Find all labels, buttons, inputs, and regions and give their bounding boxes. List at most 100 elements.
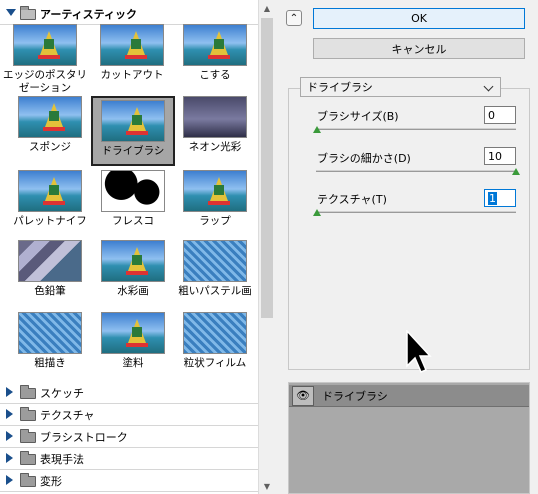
category-artistic[interactable]: アーティスティック <box>0 4 258 25</box>
thumb-plastic-wrap[interactable]: ラップ <box>173 170 257 228</box>
scroll-up-arrow-icon[interactable]: ▲ <box>259 0 275 16</box>
effect-layers-panel: 👁 ドライブラシ <box>288 382 530 494</box>
thumb-fresco[interactable]: フレスコ <box>91 170 175 228</box>
thumb-label: エッジのポスタリゼーション <box>3 69 87 94</box>
folder-icon <box>20 384 36 399</box>
brush-size-value: 0 <box>488 108 495 122</box>
thumb-label: 水彩画 <box>117 285 149 297</box>
filter-gallery: アーティスティック エッジのポスタリゼーション カットアウト こする スポンジ … <box>0 0 274 494</box>
thumb-label: ラップ <box>199 215 231 227</box>
category-label: スケッチ <box>40 387 84 400</box>
double-chevron-up-icon: ⌃ <box>289 12 299 24</box>
visibility-eye-icon[interactable]: 👁 <box>292 385 314 406</box>
thumbnail-image <box>183 170 247 212</box>
cancel-button[interactable]: キャンセル <box>313 38 525 59</box>
category-brush-strokes[interactable]: ブラシストローク <box>0 427 258 448</box>
texture-slider-thumb[interactable] <box>313 209 321 216</box>
scroll-down-arrow-icon[interactable]: ▼ <box>259 478 275 494</box>
gallery-scrollbar[interactable]: ▲ ▼ <box>258 0 274 494</box>
category-label: 表現手法 <box>40 453 84 466</box>
thumb-label: 塗料 <box>122 357 144 369</box>
expand-triangle-icon <box>6 9 18 19</box>
thumb-film-grain[interactable]: 粒状フィルム <box>173 312 257 370</box>
filter-settings-panel <box>288 88 530 370</box>
thumb-sponge[interactable]: スポンジ <box>8 96 92 154</box>
thumb-paint-daubs[interactable]: 塗料 <box>91 312 175 370</box>
thumb-label: こする <box>199 69 231 81</box>
folder-icon <box>20 5 36 20</box>
brush-detail-input[interactable]: 10 <box>484 147 516 165</box>
folder-icon <box>20 406 36 421</box>
thumb-palette-knife[interactable]: パレットナイフ <box>8 170 92 228</box>
brush-detail-label: ブラシの細かさ(D) <box>317 152 411 165</box>
folder-icon <box>20 428 36 443</box>
category-label: テクスチャ <box>40 409 95 422</box>
brush-size-input[interactable]: 0 <box>484 106 516 124</box>
mouse-cursor-icon <box>406 330 432 373</box>
effect-layer-row[interactable]: 👁 ドライブラシ <box>289 385 529 407</box>
brush-detail-slider[interactable] <box>316 170 516 172</box>
category-label: アーティスティック <box>40 8 138 21</box>
thumb-cutout[interactable]: カットアウト <box>90 24 174 82</box>
collapsed-triangle-icon <box>6 452 18 466</box>
category-sketch[interactable]: スケッチ <box>0 383 258 404</box>
texture-input[interactable]: 1 <box>484 189 516 207</box>
thumb-poster-edges[interactable]: エッジのポスタリゼーション <box>3 24 87 95</box>
thumbnail-image <box>101 170 165 212</box>
filter-select-dropdown[interactable]: ドライブラシ <box>300 77 501 97</box>
brush-size-slider-thumb[interactable] <box>313 126 321 133</box>
thumb-neon-glow[interactable]: ネオン光彩 <box>173 96 257 154</box>
folder-icon <box>20 472 36 487</box>
thumb-label: 粗描き <box>34 357 66 369</box>
collapsed-triangle-icon <box>6 430 18 444</box>
thumb-label: 色鉛筆 <box>34 285 66 297</box>
thumb-label: 粗いパステル画 <box>178 285 252 297</box>
thumbnail-image <box>13 24 77 66</box>
chevron-down-icon <box>483 81 494 92</box>
thumb-rough-pastels[interactable]: 粗いパステル画 <box>173 240 257 298</box>
collapse-gallery-button[interactable]: ⌃ <box>286 10 302 26</box>
thumb-colored-pencil[interactable]: 色鉛筆 <box>8 240 92 298</box>
thumb-label: パレットナイフ <box>13 215 87 227</box>
thumb-label: 粒状フィルム <box>183 357 247 369</box>
collapsed-triangle-icon <box>6 386 18 400</box>
thumb-underpainting[interactable]: 粗描き <box>8 312 92 370</box>
brush-size-label: ブラシサイズ(B) <box>317 110 399 123</box>
category-stylize[interactable]: 表現手法 <box>0 449 258 470</box>
thumb-label: フレスコ <box>112 215 154 227</box>
thumbnail-image <box>101 100 165 142</box>
folder-icon <box>20 450 36 465</box>
texture-label: テクスチャ(T) <box>317 193 387 206</box>
thumb-smudge[interactable]: こする <box>173 24 257 82</box>
category-label: ブラシストローク <box>40 431 128 444</box>
thumb-dry-brush[interactable]: ドライブラシ <box>91 96 175 166</box>
thumb-label: スポンジ <box>29 141 71 153</box>
brush-size-slider[interactable] <box>316 128 516 130</box>
category-texture[interactable]: テクスチャ <box>0 405 258 426</box>
thumbnail-image <box>183 24 247 66</box>
brush-detail-slider-thumb[interactable] <box>512 168 520 175</box>
scrollbar-thumb[interactable] <box>261 18 273 318</box>
thumb-label: ネオン光彩 <box>188 141 242 153</box>
thumbnail-image <box>18 240 82 282</box>
thumb-watercolor[interactable]: 水彩画 <box>91 240 175 298</box>
thumb-label: カットアウト <box>100 69 164 81</box>
brush-detail-value: 10 <box>488 149 502 163</box>
thumbnail-image <box>101 240 165 282</box>
thumbnail-image <box>183 96 247 138</box>
thumbnail-image <box>18 96 82 138</box>
thumbnail-image <box>18 170 82 212</box>
texture-slider[interactable] <box>316 211 516 213</box>
thumbnail-image <box>183 312 247 354</box>
effect-layer-name: ドライブラシ <box>322 389 388 403</box>
collapsed-triangle-icon <box>6 408 18 422</box>
ok-button[interactable]: OK <box>313 8 525 29</box>
thumb-label: ドライブラシ <box>101 145 165 157</box>
texture-value: 1 <box>488 191 497 205</box>
category-distort[interactable]: 変形 <box>0 471 258 492</box>
collapsed-triangle-icon <box>6 474 18 488</box>
thumbnail-image <box>101 312 165 354</box>
thumbnail-image <box>18 312 82 354</box>
thumbnail-image <box>100 24 164 66</box>
category-label: 変形 <box>40 475 62 488</box>
